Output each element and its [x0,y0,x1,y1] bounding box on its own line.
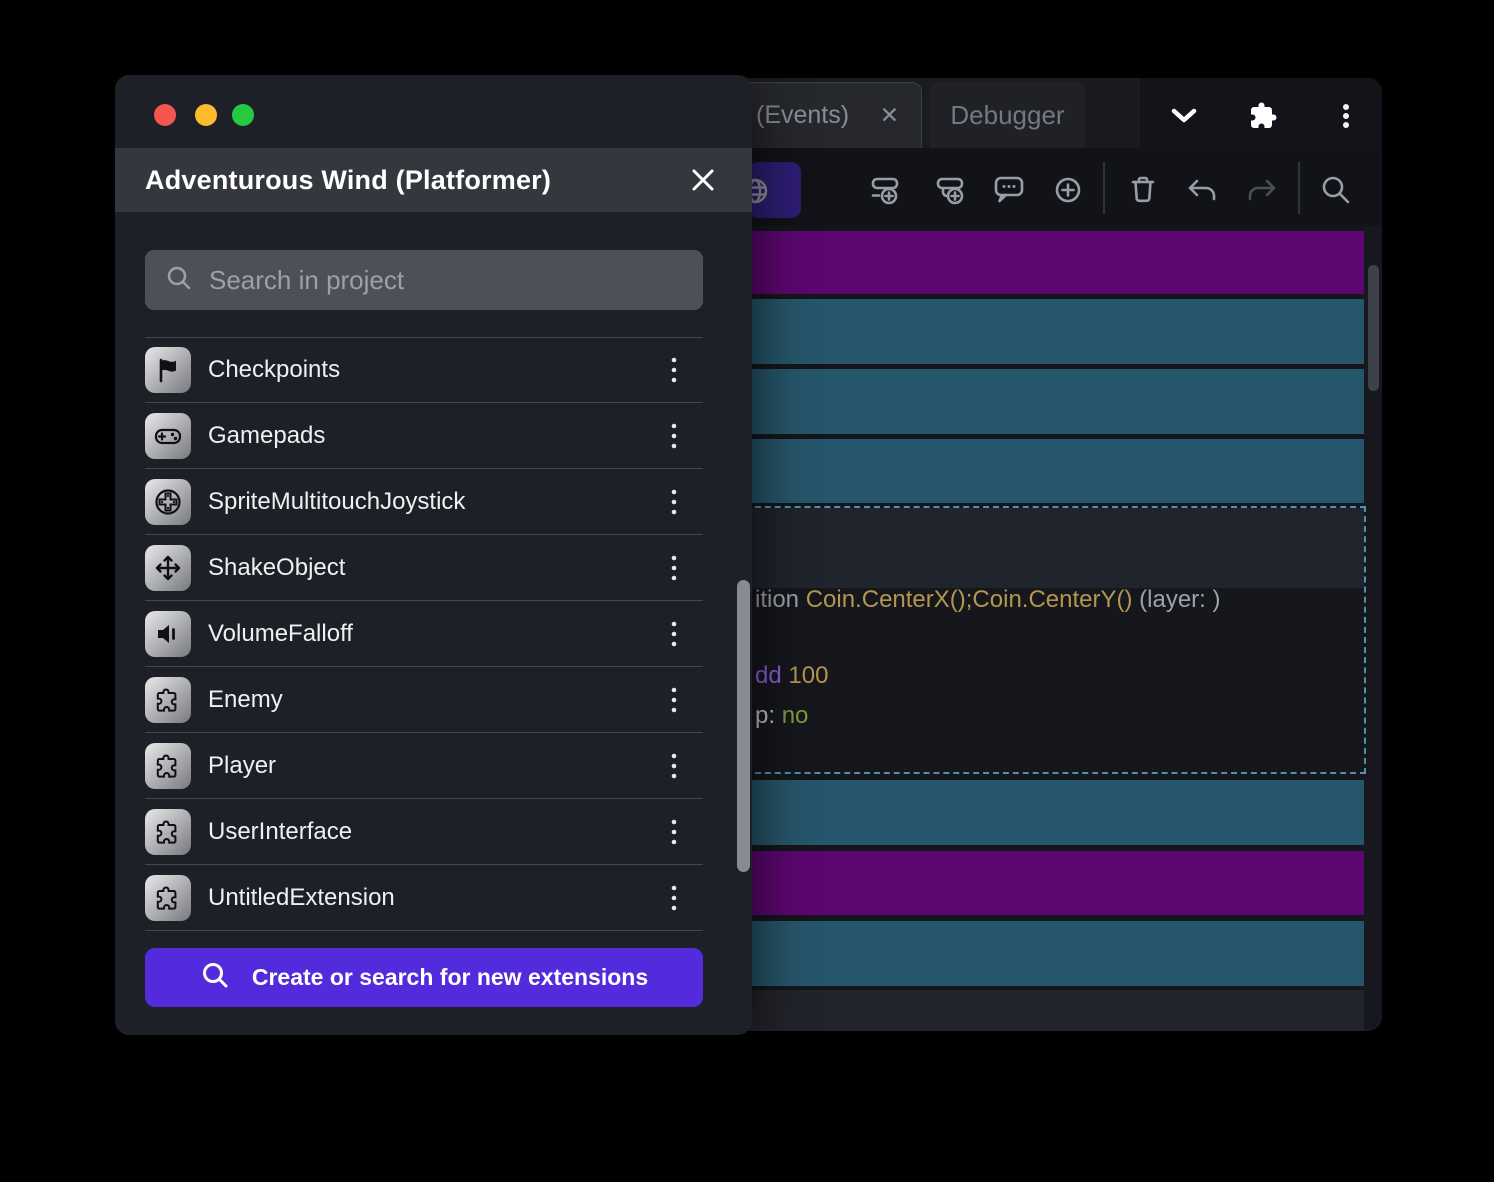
item-menu-icon[interactable] [670,620,678,648]
list-item-gamepads[interactable]: Gamepads [115,403,752,469]
code-fragment: ition [755,586,806,613]
toolbar-divider [1298,162,1300,214]
code-fragment: (layer: ) [1132,586,1221,613]
code-fragment: 100 [788,662,829,689]
event-row[interactable] [745,780,1364,845]
puzzle-icon [145,809,191,855]
event-row[interactable] [745,299,1364,364]
list-item-label: Player [208,752,277,779]
events-scrollbar-thumb[interactable] [1368,265,1379,391]
list-item-spritemultitouchjoystick[interactable]: SpriteMultitouchJoystick [115,469,752,535]
puzzle-icon [145,875,191,921]
event-row[interactable] [745,231,1364,294]
list-item-label: VolumeFalloff [208,620,353,647]
joystick-icon [145,479,191,525]
item-menu-icon[interactable] [670,554,678,582]
tab-debugger[interactable]: Debugger [930,82,1085,148]
project-title: Adventurous Wind (Platformer) [145,164,552,195]
list-item-label: Checkpoints [208,356,341,383]
macos-zoom-button[interactable] [232,104,254,126]
event-row[interactable] [745,851,1364,915]
gamepad-icon [145,413,191,459]
item-menu-icon[interactable] [670,818,678,846]
macos-minimize-button[interactable] [195,104,217,126]
project-manager-panel: Adventurous Wind (Platformer) Checkpoint… [115,75,752,1035]
item-menu-icon[interactable] [670,686,678,714]
kebab-menu-icon[interactable] [1328,98,1364,134]
event-condition-block[interactable] [747,508,1364,588]
search-icon [200,960,230,996]
panel-scrollbar-thumb[interactable] [737,580,750,872]
add-comment-icon[interactable] [989,170,1029,210]
close-icon[interactable] [688,165,718,195]
tab-events-label: (Events) [756,101,850,129]
search-input[interactable] [209,264,683,296]
search-icon [165,264,193,297]
list-item-label: ShakeObject [208,554,346,581]
list-item-userinterface[interactable]: UserInterface [115,799,752,865]
list-item-shakeobject[interactable]: ShakeObject [115,535,752,601]
code-fragment: Coin.CenterX();Coin.CenterY() [805,586,1133,613]
extensions-puzzle-icon[interactable] [1245,98,1281,134]
project-manager-header: Adventurous Wind (Platformer) [115,148,752,212]
item-menu-icon[interactable] [670,752,678,780]
code-fragment: p: [755,702,782,729]
list-item-checkpoints[interactable]: Checkpoints [115,337,752,403]
move-arrows-icon [145,545,191,591]
globe-button[interactable] [748,162,801,218]
macos-close-button[interactable] [154,104,176,126]
add-circle-icon[interactable] [1048,170,1088,210]
tab-debugger-label: Debugger [950,99,1065,130]
code-fragment: dd [755,662,789,689]
item-menu-icon[interactable] [670,356,678,384]
tab-close-icon[interactable]: ✕ [880,104,899,127]
list-item-label: SpriteMultitouchJoystick [208,488,466,515]
add-event-icon[interactable] [866,170,906,210]
event-row[interactable] [745,439,1364,503]
flag-icon [145,347,191,393]
list-item-label: Enemy [208,686,283,713]
add-sub-event-icon[interactable] [931,170,971,210]
event-action-text: dd 100 [755,662,828,690]
list-item-player[interactable]: Player [115,733,752,799]
item-menu-icon[interactable] [670,488,678,516]
list-item-label: UserInterface [208,818,353,845]
list-item-untitledextension[interactable]: UntitledExtension [115,865,752,931]
redo-icon[interactable] [1242,170,1282,210]
puzzle-icon [145,677,191,723]
list-item-volumefalloff[interactable]: VolumeFalloff [115,601,752,667]
toolbar-divider [1103,162,1105,214]
extensions-list: Checkpoints Gamepads SpriteMultitouchJoy… [115,337,752,931]
code-fragment: no [781,702,809,729]
event-row[interactable] [745,369,1364,434]
list-item-label: Gamepads [208,422,326,449]
item-menu-icon[interactable] [670,422,678,450]
project-search[interactable] [145,250,703,310]
speaker-icon [145,611,191,657]
list-item-label: UntitledExtension [208,884,395,911]
create-extension-button[interactable]: Create or search for new extensions [145,948,703,1007]
globe-icon [748,178,768,204]
puzzle-icon [145,743,191,789]
create-extension-label: Create or search for new extensions [251,964,649,990]
event-action-text: p: no [755,702,808,730]
chevron-down-icon[interactable] [1166,98,1202,134]
item-menu-icon[interactable] [670,884,678,912]
search-events-icon[interactable] [1316,170,1356,210]
trash-icon[interactable] [1123,170,1163,210]
undo-icon[interactable] [1182,170,1222,210]
event-condition-text: ition Coin.CenterX();Coin.CenterY() (lay… [755,586,1221,614]
tab-bar-controls [1140,78,1382,148]
events-footer [745,990,1364,1031]
event-row-selected[interactable]: ition Coin.CenterX();Coin.CenterY() (lay… [745,506,1366,774]
list-item-enemy[interactable]: Enemy [115,667,752,733]
event-row[interactable] [745,921,1364,986]
